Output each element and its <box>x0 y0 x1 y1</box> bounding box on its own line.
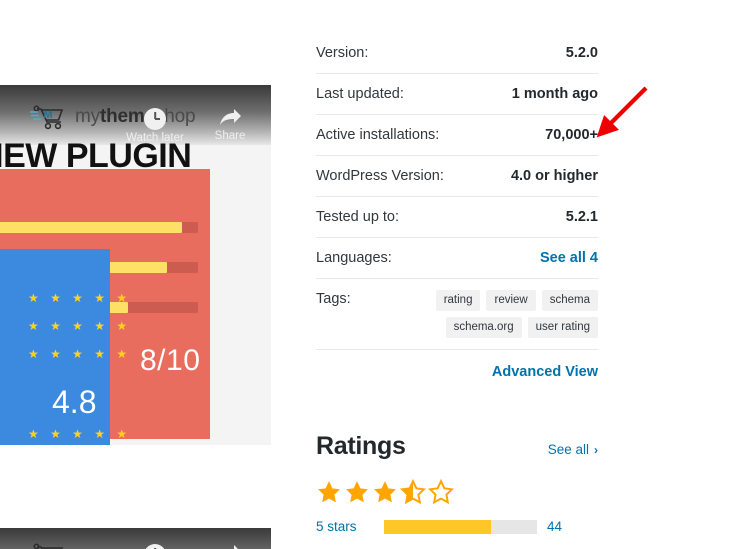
poster-bar-1 <box>0 222 198 233</box>
tag-user-rating[interactable]: user rating <box>527 317 598 338</box>
mythemeshop-logo-2 <box>29 542 69 549</box>
watch-later-button[interactable]: Watch later <box>123 108 187 144</box>
meta-row-active-installations: Active installations: 70,000+ <box>316 115 598 156</box>
meta-row-last-updated: Last updated: 1 month ago <box>316 74 598 115</box>
rating-breakdown-row-5-stars: 5 stars 44 <box>316 519 598 534</box>
chevron-right-icon: › <box>594 442 598 457</box>
meta-label-version: Version: <box>316 45 369 61</box>
meta-value-wordpress-version: 4.0 or higher <box>510 168 598 184</box>
meta-row-tags: Tags: rating review schema schema.org us… <box>316 279 598 350</box>
rating-breakdown-bar-fill <box>384 519 492 534</box>
tag-list: rating review schema schema.org user rat… <box>408 290 598 338</box>
share-icon <box>218 108 242 128</box>
star-half-icon <box>400 479 426 505</box>
star-empty-icon <box>428 479 454 505</box>
poster-bar-2 <box>108 262 198 273</box>
video2-top-controls: Watch later Share <box>0 528 271 549</box>
star-filled-icon-3 <box>374 481 396 503</box>
see-all-ratings-link[interactable]: See all › <box>548 442 598 457</box>
meta-label-tested-up-to: Tested up to: <box>316 209 400 225</box>
watch-later-button-2[interactable]: Watch later <box>123 544 187 549</box>
poster-score-text: 8/10 <box>140 344 201 377</box>
meta-label-languages: Languages: <box>316 250 392 266</box>
clock-icon-2 <box>144 544 166 549</box>
ratings-header: Ratings See all › <box>316 432 598 461</box>
video-poster-frame: 8/10 ★ ★ ★ ★ ★ ★ ★ ★ ★ ★ ★ ★ ★ ★ ★ 4.8 ★… <box>0 169 271 445</box>
meta-label-tags: Tags: <box>316 291 351 307</box>
poster-star-line-3: ★ ★ ★ ★ ★ <box>28 347 132 361</box>
meta-row-languages: Languages: See all 4 <box>316 238 598 279</box>
meta-label-active-installations: Active installations: <box>316 127 440 143</box>
meta-row-tested-up-to: Tested up to: 5.2.1 <box>316 197 598 238</box>
meta-value-last-updated: 1 month ago <box>511 86 598 102</box>
ratings-section: Ratings See all › 5 stars 44 <box>316 432 598 534</box>
advanced-view-link[interactable]: Advanced View <box>492 364 598 380</box>
tag-review[interactable]: review <box>486 290 536 311</box>
meta-value-tested-up-to: 5.2.1 <box>565 209 598 225</box>
meta-label-wordpress-version: WordPress Version: <box>316 168 444 184</box>
poster-star-line-1: ★ ★ ★ ★ ★ <box>28 291 132 305</box>
average-star-rating[interactable] <box>316 479 598 505</box>
star-filled-icon-1 <box>318 481 340 503</box>
meta-row-wordpress-version: WordPress Version: 4.0 or higher <box>316 156 598 197</box>
plugin-meta-list: Version: 5.2.0 Last updated: 1 month ago… <box>316 0 598 398</box>
tag-schema[interactable]: schema <box>541 290 598 311</box>
shopping-cart-icon-2 <box>29 542 69 549</box>
ratings-title: Ratings <box>316 432 406 460</box>
meta-row-version: Version: 5.2.0 <box>316 0 598 74</box>
meta-label-last-updated: Last updated: <box>316 86 404 102</box>
share-icon-2 <box>218 544 242 549</box>
advanced-view-row: Advanced View <box>316 350 598 398</box>
tag-rating[interactable]: rating <box>435 290 481 311</box>
meta-value-active-installations: 70,000+ <box>545 127 598 143</box>
tag-schema-org[interactable]: schema.org <box>445 317 522 338</box>
poster-rating-number: 4.8 <box>52 384 97 420</box>
video-top-controls: M mythemeshop Watch later Share <box>0 85 271 149</box>
rating-breakdown-count[interactable]: 44 <box>547 519 562 534</box>
share-label: Share <box>214 130 246 142</box>
rating-breakdown-label[interactable]: 5 stars <box>316 519 374 534</box>
plugin-detail-page: 8/10 ★ ★ ★ ★ ★ ★ ★ ★ ★ ★ ★ ★ ★ ★ ★ 4.8 ★… <box>0 0 738 549</box>
share-button-2[interactable]: Share <box>200 544 260 549</box>
youtube-embed-1[interactable]: 8/10 ★ ★ ★ ★ ★ ★ ★ ★ ★ ★ ★ ★ ★ ★ ★ 4.8 ★… <box>0 85 271 445</box>
shopping-cart-icon: M <box>29 104 69 130</box>
watch-later-label: Watch later <box>126 132 184 144</box>
youtube-embed-2[interactable]: Watch later Share <box>0 528 271 549</box>
video-column: 8/10 ★ ★ ★ ★ ★ ★ ★ ★ ★ ★ ★ ★ ★ ★ ★ 4.8 ★… <box>0 0 271 549</box>
svg-text:M: M <box>43 109 52 121</box>
rating-breakdown-bar <box>384 519 537 534</box>
meta-value-version: 5.2.0 <box>565 45 598 61</box>
see-all-languages-link[interactable]: See all 4 <box>540 249 598 267</box>
poster-star-line-2: ★ ★ ★ ★ ★ <box>28 319 132 333</box>
poster-star-line-4: ★ ★ ★ ★ ★ <box>28 427 132 441</box>
brand-pre: my <box>75 106 100 127</box>
star-filled-icon-2 <box>346 481 368 503</box>
share-button[interactable]: Share <box>200 108 260 142</box>
see-all-label: See all <box>547 442 589 457</box>
clock-icon <box>144 108 166 130</box>
